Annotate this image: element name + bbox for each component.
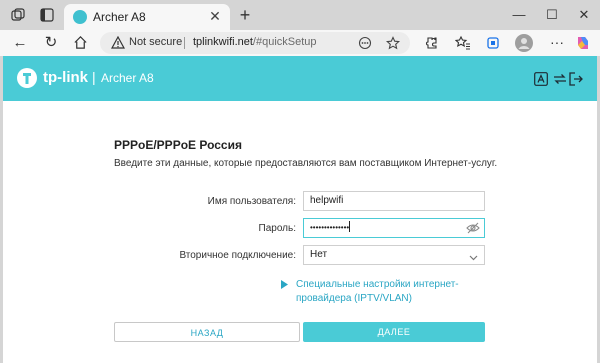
warning-icon[interactable] <box>110 35 126 50</box>
password-value: •••••••••••••• <box>310 223 350 232</box>
more-menu-icon[interactable]: ··· <box>549 35 565 51</box>
browser-tab-bar: Archer A8 ✕ + — ☐ ✕ <box>0 0 600 30</box>
hide-password-icon[interactable] <box>466 222 480 234</box>
url-path: /#quickSetup <box>252 36 317 48</box>
router-brand: tp-link <box>43 69 88 86</box>
copilot-icon[interactable] <box>575 35 591 51</box>
workspaces-icon[interactable] <box>11 8 25 22</box>
url-host: tplinkwifi.net <box>193 36 253 48</box>
favorites-icon[interactable] <box>454 35 471 51</box>
browser-toolbar: ← ↻ Not secure tplinkwifi.net/#quickSetu… <box>0 30 600 56</box>
address-bar[interactable]: Not secure tplinkwifi.net/#quickSetup <box>100 32 410 54</box>
logout-icon[interactable] <box>569 72 583 86</box>
favorite-star-icon[interactable] <box>386 36 400 50</box>
address-separator <box>184 37 185 49</box>
reboot-icon[interactable] <box>553 72 567 86</box>
advanced-isp-settings-text: Специальные настройки интернет-провайдер… <box>296 279 459 304</box>
tp-link-logo-icon <box>16 67 38 89</box>
maximize-icon[interactable]: ☐ <box>542 5 562 25</box>
extensions-icon[interactable] <box>423 35 439 51</box>
language-icon[interactable] <box>534 72 548 86</box>
tab-actions-icon[interactable] <box>40 8 54 22</box>
username-value: helpwifi <box>310 195 344 206</box>
username-label: Имя пользователя: <box>207 196 296 207</box>
new-tab-icon[interactable]: + <box>236 6 254 25</box>
page-subtitle: Введите эти данные, которые предоставляю… <box>114 158 498 169</box>
caret-right-icon <box>281 280 288 289</box>
url-text[interactable]: tplinkwifi.net/#quickSetup <box>193 36 317 48</box>
router-page: tp-link | Archer A8 PPPoE/PPPoE Россия В… <box>3 56 597 363</box>
secondary-connection-select[interactable]: Нет <box>303 245 485 265</box>
next-button[interactable]: ДАЛЕЕ <box>303 322 485 342</box>
secondary-connection-label: Вторичное подключение: <box>179 250 296 261</box>
home-icon[interactable] <box>71 34 89 52</box>
reading-view-icon[interactable] <box>358 36 372 50</box>
password-field[interactable]: •••••••••••••• <box>303 218 485 238</box>
secondary-connection-value: Нет <box>310 249 328 260</box>
tab-title: Archer A8 <box>93 10 146 24</box>
quick-setup-panel <box>3 101 597 363</box>
chevron-down-icon <box>469 251 478 261</box>
close-tab-icon[interactable]: ✕ <box>207 8 223 24</box>
router-model: Archer A8 <box>101 71 154 85</box>
page-title: PPPoE/PPPoE Россия <box>114 138 242 152</box>
router-header: tp-link | Archer A8 <box>3 56 597 101</box>
username-field[interactable]: helpwifi <box>303 191 485 211</box>
minimize-icon[interactable]: — <box>509 5 529 25</box>
back-button[interactable]: НАЗАД <box>114 322 300 342</box>
security-status[interactable]: Not secure <box>129 36 182 48</box>
collections-icon[interactable] <box>486 35 502 51</box>
back-arrow-icon[interactable]: ← <box>11 34 29 52</box>
password-label: Пароль: <box>258 223 296 234</box>
close-window-icon[interactable]: ✕ <box>574 5 594 25</box>
header-divider: | <box>92 69 96 85</box>
tp-link-favicon-icon <box>73 10 87 24</box>
text-caret <box>349 221 351 232</box>
browser-tab[interactable]: Archer A8 ✕ <box>64 4 230 30</box>
profile-avatar-icon[interactable] <box>515 34 533 52</box>
refresh-icon[interactable]: ↻ <box>42 34 60 52</box>
